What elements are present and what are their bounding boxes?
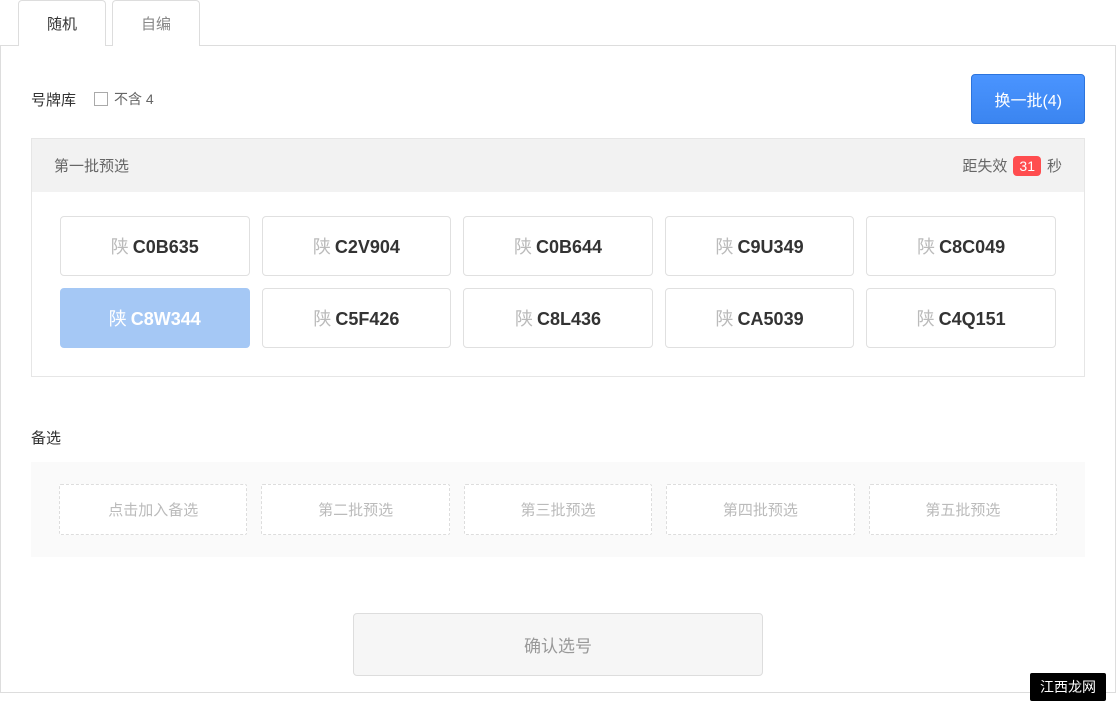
plate-code: C5F426 [335, 309, 399, 329]
exclude-4-checkbox[interactable]: 不含 4 [94, 89, 154, 109]
plate-code: C9U349 [738, 237, 804, 257]
plate-option[interactable]: 陕C5F426 [262, 288, 452, 348]
plate-code: CA5039 [738, 309, 804, 329]
pool-label: 号牌库 [31, 89, 76, 110]
tab-custom[interactable]: 自编 [112, 0, 200, 46]
batch-header: 第一批预选 距失效 31 秒 [32, 139, 1084, 192]
plate-prefix: 陕 [515, 309, 533, 329]
plate-code: C4Q151 [939, 309, 1006, 329]
alt-slot-batch5[interactable]: 第五批预选 [869, 484, 1057, 535]
alt-slot-batch4[interactable]: 第四批预选 [666, 484, 854, 535]
tabs: 随机 自编 [18, 0, 1116, 46]
plate-option[interactable]: 陕C0B644 [463, 216, 653, 276]
plate-option[interactable]: 陕C4Q151 [866, 288, 1056, 348]
plate-code: C8W344 [131, 309, 201, 329]
plate-code: C8L436 [537, 309, 601, 329]
plate-option[interactable]: 陕C0B635 [60, 216, 250, 276]
plate-option[interactable]: 陕C8L436 [463, 288, 653, 348]
countdown-prefix: 距失效 [962, 155, 1007, 176]
alt-slot-add[interactable]: 点击加入备选 [59, 484, 247, 535]
countdown-suffix: 秒 [1047, 155, 1062, 176]
plate-prefix: 陕 [917, 237, 935, 257]
countdown-value: 31 [1013, 156, 1041, 176]
plate-code: C2V904 [335, 237, 400, 257]
plate-option[interactable]: 陕CA5039 [665, 288, 855, 348]
plate-option[interactable]: 陕C9U349 [665, 216, 855, 276]
plate-option[interactable]: 陕C2V904 [262, 216, 452, 276]
plate-prefix: 陕 [917, 309, 935, 329]
plate-prefix: 陕 [514, 237, 532, 257]
exclude-4-label: 不含 4 [114, 89, 154, 109]
plate-grid: 陕C0B635 陕C2V904 陕C0B644 陕C9U349 陕C8C049 … [32, 192, 1084, 376]
alt-slot-batch2[interactable]: 第二批预选 [261, 484, 449, 535]
batch-title: 第一批预选 [54, 155, 129, 176]
plate-prefix: 陕 [109, 309, 127, 329]
plate-code: C8C049 [939, 237, 1005, 257]
alternatives-box: 点击加入备选 第二批预选 第三批预选 第四批预选 第五批预选 [31, 462, 1085, 557]
watermark: 江西龙网 [1030, 673, 1106, 701]
checkbox-box-icon [94, 92, 108, 106]
countdown: 距失效 31 秒 [962, 155, 1062, 176]
plate-prefix: 陕 [313, 309, 331, 329]
alt-slot-batch3[interactable]: 第三批预选 [464, 484, 652, 535]
plate-prefix: 陕 [716, 309, 734, 329]
plate-prefix: 陕 [716, 237, 734, 257]
batch-box: 第一批预选 距失效 31 秒 陕C0B635 陕C2V904 陕C0B644 陕… [31, 138, 1085, 377]
top-row: 号牌库 不含 4 换一批(4) [31, 74, 1085, 124]
plate-prefix: 陕 [313, 237, 331, 257]
plate-option[interactable]: 陕C8C049 [866, 216, 1056, 276]
plate-prefix: 陕 [111, 237, 129, 257]
plate-code: C0B644 [536, 237, 602, 257]
tab-random[interactable]: 随机 [18, 0, 106, 46]
plate-code: C0B635 [133, 237, 199, 257]
plate-option[interactable]: 陕C8W344 [60, 288, 250, 348]
main-panel: 号牌库 不含 4 换一批(4) 第一批预选 距失效 31 秒 陕C0B635 [0, 45, 1116, 693]
refresh-button[interactable]: 换一批(4) [971, 74, 1085, 124]
confirm-button[interactable]: 确认选号 [353, 613, 763, 676]
alternatives-label: 备选 [31, 427, 1085, 448]
